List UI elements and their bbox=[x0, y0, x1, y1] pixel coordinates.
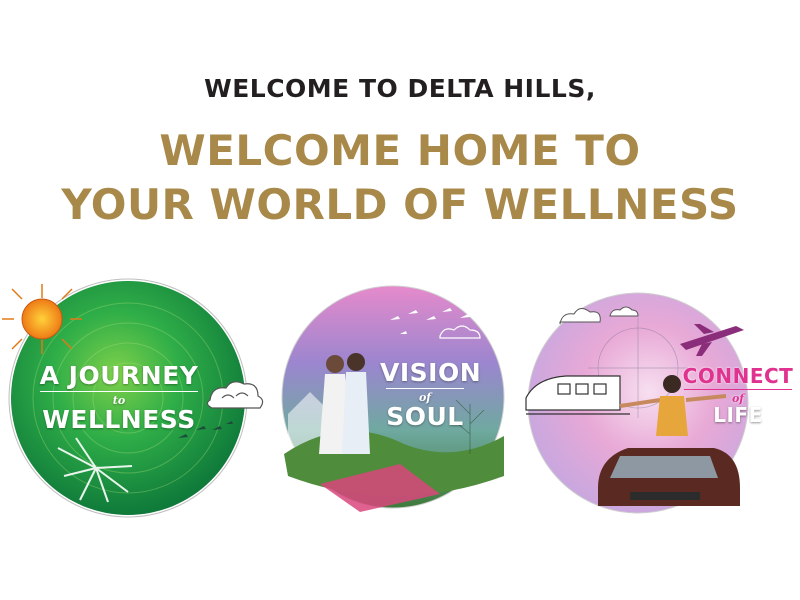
headline-line-1: WELCOME HOME TO bbox=[159, 126, 641, 175]
feature-cards: A JOURNEY to WELLNESS VISION of SOUL CON… bbox=[0, 270, 800, 520]
card-connect-of-life[interactable]: CONNECT of LIFE bbox=[520, 288, 800, 518]
card-vision-line1: VISION bbox=[380, 358, 482, 387]
card-journey-divider bbox=[40, 391, 198, 392]
car-icon bbox=[598, 448, 740, 506]
card-connect-line2: LIFE bbox=[713, 403, 763, 427]
welcome-kicker: WELCOME TO DELTA HILLS, bbox=[204, 74, 596, 103]
train-icon bbox=[525, 375, 630, 415]
card-connect-divider bbox=[684, 389, 792, 390]
hero-section: WELCOME TO DELTA HILLS, WELCOME HOME TO … bbox=[0, 0, 800, 600]
card-journey-to-wellness[interactable]: A JOURNEY to WELLNESS bbox=[0, 270, 270, 518]
card-vision-divider bbox=[386, 388, 464, 389]
card-vision-of-soul[interactable]: VISION of SOUL bbox=[280, 284, 510, 514]
card-journey-line1: A JOURNEY bbox=[39, 361, 199, 390]
card-connect-title: CONNECT of LIFE bbox=[678, 366, 798, 425]
card-vision-title: VISION of SOUL bbox=[380, 358, 482, 431]
page-headline: WELCOME HOME TO YOUR WORLD OF WELLNESS bbox=[0, 124, 800, 232]
card-journey-title: A JOURNEY to WELLNESS bbox=[34, 363, 204, 432]
card-vision-line2: SOUL bbox=[386, 402, 464, 431]
headline-line-2: YOUR WORLD OF WELLNESS bbox=[61, 180, 739, 229]
card-connect-line1: CONNECT bbox=[682, 364, 794, 388]
card-journey-line2: WELLNESS bbox=[42, 405, 196, 434]
